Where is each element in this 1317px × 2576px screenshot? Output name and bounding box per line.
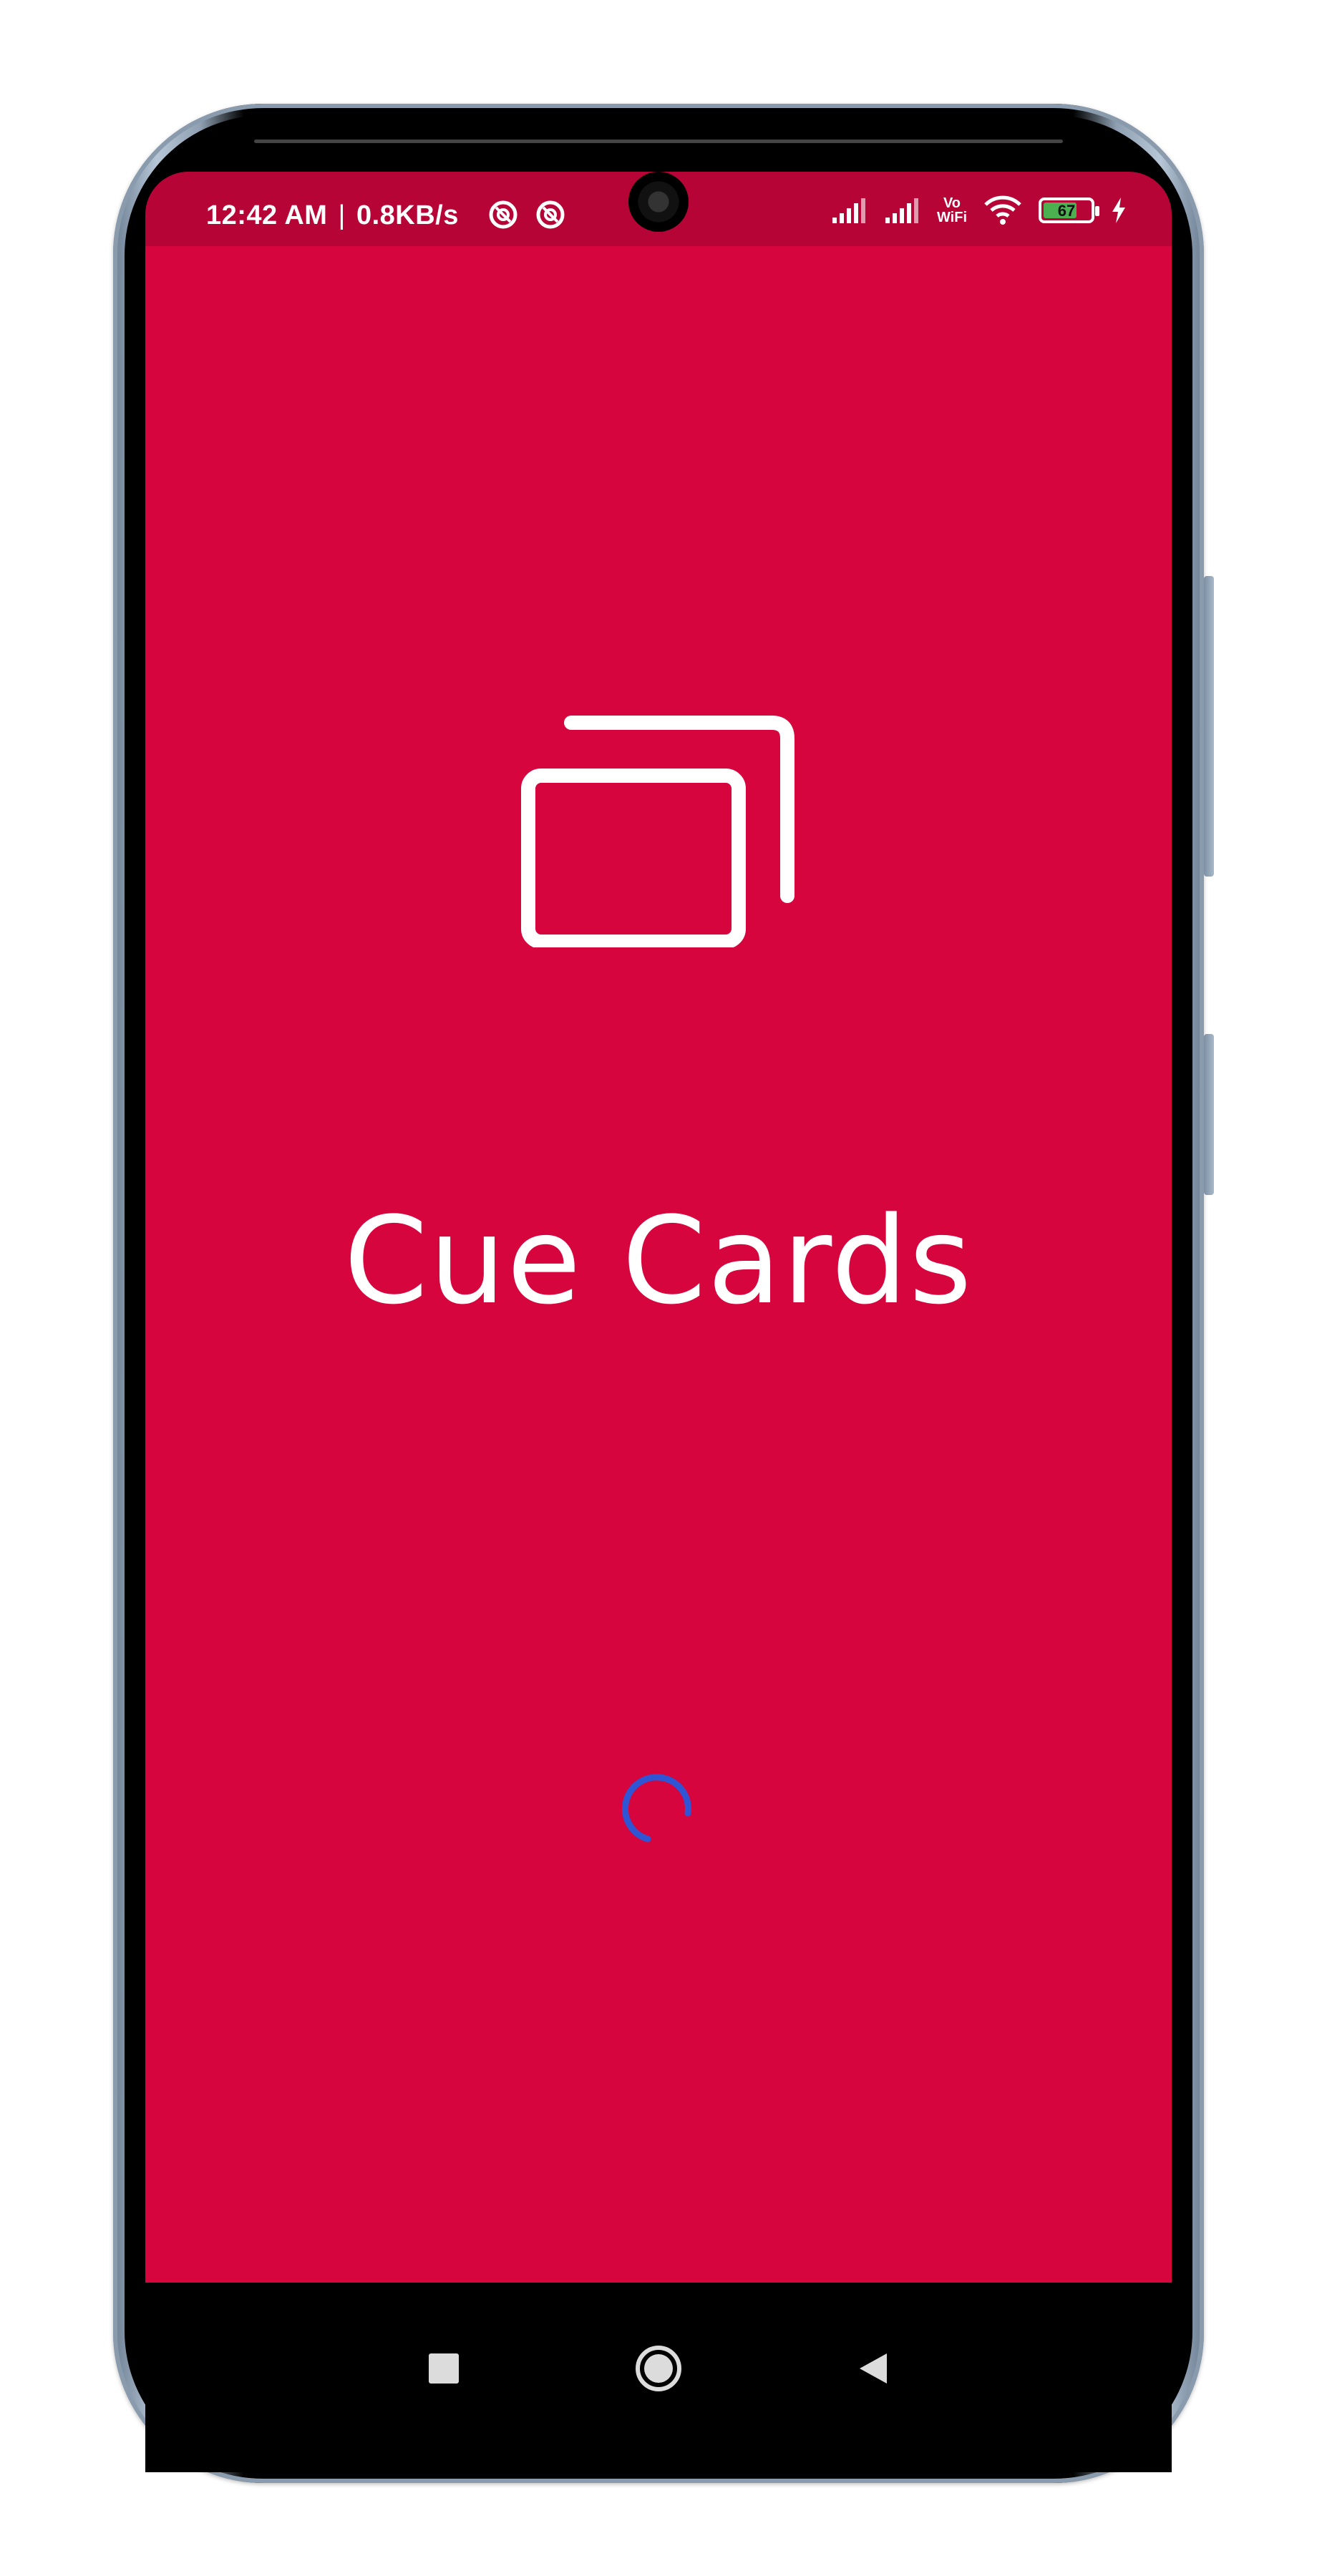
navigation-bar: [145, 2283, 1172, 2472]
vowifi-bottom-label: WiFi: [936, 210, 967, 225]
battery-percent: 67: [1057, 202, 1076, 220]
status-time: 12:42 AM: [206, 200, 328, 230]
status-time-and-speed: 12:42 AM | 0.8KB/s: [206, 200, 459, 231]
recents-icon: [429, 2353, 459, 2384]
screen: 12:42 AM | 0.8KB/s Vo WiFi 67 Cue Cards: [145, 172, 1172, 2472]
battery-tip: [1095, 206, 1099, 216]
volume-button: [1204, 576, 1214, 877]
front-camera: [628, 172, 689, 232]
home-icon: [636, 2346, 681, 2391]
sync-icon: [536, 200, 565, 229]
status-icons-left: [487, 199, 566, 230]
earpiece-speaker: [254, 140, 1063, 143]
power-button: [1204, 1034, 1214, 1195]
back-button[interactable]: [830, 2326, 916, 2411]
network-speed: 0.8KB/s: [356, 200, 459, 230]
signal-icon: [832, 198, 865, 223]
status-separator: |: [338, 200, 346, 230]
splash-screen: Cue Cards: [145, 246, 1172, 2283]
app-title: Cue Cards: [344, 1191, 973, 1331]
wifi-icon: [984, 195, 1021, 225]
status-icons-right: Vo WiFi 67: [831, 195, 1127, 226]
cards-stack-icon: [521, 716, 794, 947]
signal-icon: [885, 198, 918, 223]
charging-icon: [1112, 197, 1125, 223]
loading-spinner: [621, 1774, 691, 1843]
vowifi-icon: Vo WiFi: [937, 196, 967, 225]
device-stage: 12:42 AM | 0.8KB/s Vo WiFi 67 Cue Cards: [0, 0, 1317, 2576]
recents-button[interactable]: [401, 2326, 487, 2411]
sync-icon: [489, 200, 517, 229]
status-bar: 12:42 AM | 0.8KB/s Vo WiFi 67: [145, 172, 1172, 246]
vowifi-top-label: Vo: [943, 195, 961, 211]
back-icon: [860, 2353, 887, 2384]
battery-icon: 67: [1039, 197, 1099, 223]
home-button[interactable]: [616, 2326, 701, 2411]
